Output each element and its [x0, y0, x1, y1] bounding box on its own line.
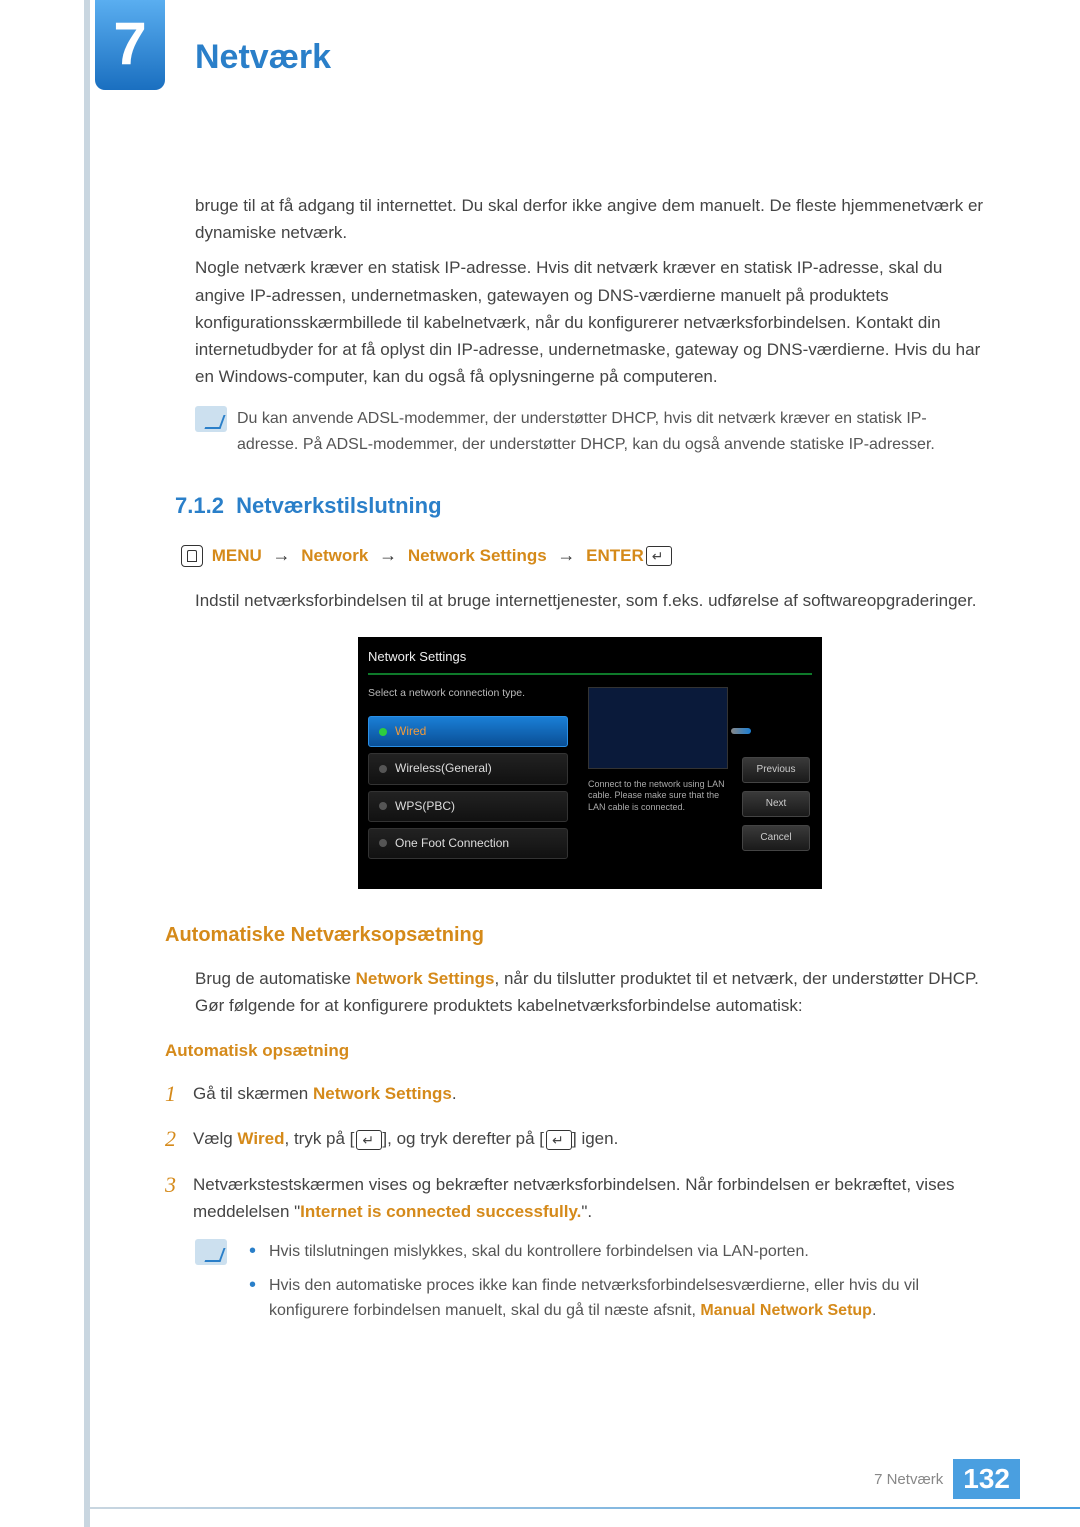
- path-menu: MENU: [212, 546, 262, 565]
- intro-paragraph-1: bruge til at få adgang til internettet. …: [195, 192, 985, 246]
- page-content: bruge til at få adgang til internettet. …: [195, 192, 985, 1332]
- section-heading: 7.1.2 Netværkstilslutning: [175, 488, 985, 523]
- footer-accent-line: [90, 1507, 1080, 1509]
- enter-button-icon: [646, 546, 672, 566]
- text: Brug de automatiske: [195, 969, 356, 988]
- step-body: Vælg Wired, tryk på [ ], og tryk derefter…: [193, 1121, 985, 1156]
- text: Vælg: [193, 1129, 237, 1148]
- option-label: One Foot Connection: [395, 834, 509, 853]
- radio-icon: [379, 839, 387, 847]
- next-button[interactable]: Next: [742, 791, 810, 817]
- note-icon: [195, 406, 227, 432]
- section-number: 7.1.2: [175, 493, 224, 518]
- step-number: 2: [165, 1121, 193, 1156]
- chapter-title: Netværk: [195, 38, 331, 77]
- chapter-number-tab: 7: [95, 0, 165, 90]
- note-block-1: Du kan anvende ADSL-modemmer, der unders…: [195, 406, 985, 457]
- option-onefoot[interactable]: One Foot Connection: [368, 828, 568, 859]
- option-label: Wireless(General): [395, 759, 492, 778]
- auto-subheading: Automatisk opsætning: [165, 1037, 985, 1064]
- text: , tryk på [: [285, 1129, 355, 1148]
- radio-icon: [379, 728, 387, 736]
- arrow-icon: →: [373, 545, 403, 565]
- keyword-manual: Manual Network Setup: [700, 1302, 872, 1319]
- text: .: [452, 1084, 457, 1103]
- path-network-settings: Network Settings: [408, 546, 547, 565]
- section-description: Indstil netværksforbindelsen til at brug…: [195, 587, 985, 614]
- intro-paragraph-2: Nogle netværk kræver en statisk IP-adres…: [195, 254, 985, 390]
- option-wps[interactable]: WPS(PBC): [368, 791, 568, 822]
- page-footer: 7 Netværk 132: [874, 1459, 1020, 1499]
- step-1: 1 Gå til skærmen Network Settings.: [165, 1076, 985, 1111]
- ui-screenshot: Network Settings Select a network connec…: [358, 637, 822, 889]
- bullet-text: Hvis tilslutningen mislykkes, skal du ko…: [269, 1239, 809, 1265]
- cancel-button[interactable]: Cancel: [742, 825, 810, 851]
- option-label: Wired: [395, 722, 426, 741]
- screenshot-buttons: Previous Next Cancel: [742, 757, 810, 859]
- option-wireless[interactable]: Wireless(General): [368, 753, 568, 784]
- bullet-dot-icon: •: [249, 1239, 269, 1265]
- option-wired[interactable]: Wired: [368, 716, 568, 747]
- screenshot-preview-box: [588, 687, 728, 769]
- step-body: Gå til skærmen Network Settings.: [193, 1076, 985, 1111]
- bullet-1: •Hvis tilslutningen mislykkes, skal du k…: [249, 1239, 985, 1265]
- step-body: Netværkstestskærmen vises og bekræfter n…: [193, 1167, 985, 1225]
- footer-page-number: 132: [953, 1459, 1020, 1499]
- bullet-text: Hvis den automatiske proces ikke kan fin…: [269, 1273, 985, 1324]
- note-block-2: •Hvis tilslutningen mislykkes, skal du k…: [195, 1239, 985, 1332]
- radio-icon: [379, 802, 387, 810]
- bullet-list: •Hvis tilslutningen mislykkes, skal du k…: [249, 1239, 985, 1332]
- text: ".: [581, 1202, 592, 1221]
- radio-icon: [379, 765, 387, 773]
- keyword-wired: Wired: [237, 1129, 284, 1148]
- section-title: Netværkstilslutning: [236, 493, 441, 518]
- arrow-icon: →: [551, 545, 581, 565]
- previous-button[interactable]: Previous: [742, 757, 810, 783]
- text: .: [872, 1302, 876, 1319]
- keyword-success: Internet is connected successfully.: [300, 1202, 581, 1221]
- bullet-dot-icon: •: [249, 1273, 269, 1324]
- path-enter: ENTER: [586, 546, 644, 565]
- bullet-2: •Hvis den automatiske proces ikke kan fi…: [249, 1273, 985, 1324]
- side-accent-bar: [84, 0, 90, 1527]
- auto-heading: Automatiske Netværksopsætning: [165, 919, 985, 951]
- screenshot-options: Wired Wireless(General) WPS(PBC) One Foo…: [368, 716, 568, 859]
- option-label: WPS(PBC): [395, 797, 455, 816]
- step-number: 1: [165, 1076, 193, 1111]
- text: ] igen.: [572, 1129, 618, 1148]
- step-3: 3 Netværkstestskærmen vises og bekræfter…: [165, 1167, 985, 1225]
- menu-button-icon: [181, 545, 203, 567]
- enter-button-icon: [546, 1130, 572, 1150]
- step-number: 3: [165, 1167, 193, 1225]
- menu-path: MENU → Network → Network Settings → ENTE…: [181, 541, 985, 570]
- keyword: Network Settings: [313, 1084, 452, 1103]
- keyword-network-settings: Network Settings: [356, 969, 495, 988]
- arrow-icon: →: [267, 545, 297, 565]
- note-icon: [195, 1239, 227, 1265]
- enter-button-icon: [356, 1130, 382, 1150]
- footer-chapter: 7 Netværk: [874, 1471, 943, 1488]
- auto-paragraph: Brug de automatiske Network Settings, nå…: [195, 965, 985, 1019]
- step-list: 1 Gå til skærmen Network Settings. 2 Væl…: [165, 1076, 985, 1225]
- screenshot-title: Network Settings: [368, 645, 812, 676]
- text: Gå til skærmen: [193, 1084, 313, 1103]
- path-network: Network: [301, 546, 368, 565]
- note-text: Du kan anvende ADSL-modemmer, der unders…: [237, 406, 985, 457]
- screenshot-tip: Connect to the network using LAN cable. …: [588, 779, 738, 814]
- text: ], og tryk derefter på [: [382, 1129, 544, 1148]
- step-2: 2 Vælg Wired, tryk på [ ], og tryk dereft…: [165, 1121, 985, 1156]
